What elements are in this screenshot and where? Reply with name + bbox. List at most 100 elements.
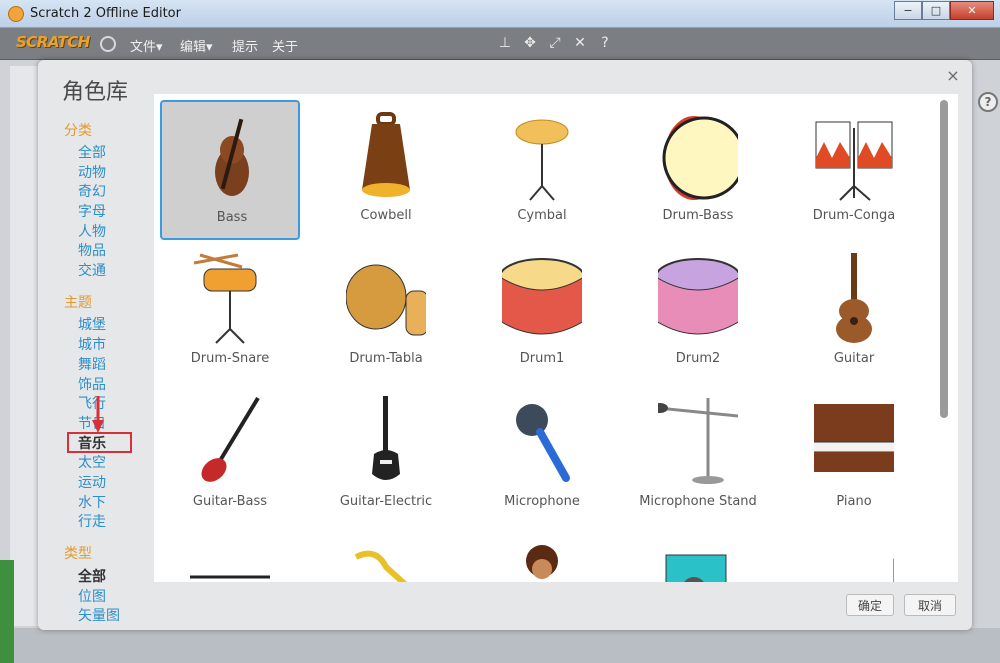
category-heading: 分类 (64, 123, 92, 139)
music-highlight-box (67, 432, 132, 453)
sprite-label: Drum-Snare (190, 351, 270, 366)
type-heading: 类型 (64, 546, 92, 562)
menu-tips[interactable]: 提示 (232, 36, 258, 55)
scratch-logo[interactable]: SCRATCH (16, 33, 90, 51)
stamp-icon[interactable]: ⊥ (497, 35, 513, 51)
category-letters[interactable]: 字母 (78, 201, 106, 221)
sprite-tile-guitar[interactable]: Guitar (784, 243, 924, 383)
cancel-button[interactable]: 取消 (904, 594, 956, 616)
sprite-label: Drum-Bass (662, 208, 734, 223)
sprite-tile-drum1[interactable]: Drum1 (472, 243, 612, 383)
dialog-title: 角色库 (62, 80, 129, 105)
sprite-tile-bass[interactable]: Bass (160, 100, 300, 240)
sprite-tile-piano[interactable]: Piano (784, 386, 924, 526)
sprite-label: Microphone Stand (639, 494, 757, 509)
cowbell-icon (362, 112, 410, 197)
help-icon[interactable]: ? (597, 35, 613, 51)
menu-about[interactable]: 关于 (272, 36, 298, 55)
window-titlebar: Scratch 2 Offline Editor − □ ✕ (0, 0, 1000, 28)
drum1-icon (502, 258, 582, 335)
theme-walking[interactable]: 行走 (78, 511, 106, 531)
piano-icon (814, 404, 894, 472)
sprite-tile-drum2[interactable]: Drum2 (628, 243, 768, 383)
sprite-label: Bass (216, 210, 248, 225)
theme-castle[interactable]: 城堡 (78, 314, 106, 334)
sprite-tile-drum-snare[interactable]: Drum-Snare (160, 243, 300, 383)
theme-space[interactable]: 太空 (78, 452, 106, 472)
dialog-close-button[interactable]: × (944, 66, 962, 85)
type-vector[interactable]: 矢量图 (78, 605, 120, 625)
drum-bass-icon (662, 116, 738, 200)
theme-sports[interactable]: 运动 (78, 472, 106, 492)
category-animals[interactable]: 动物 (78, 162, 106, 182)
scratch-menubar: SCRATCH 文件▾ 编辑▾ 提示 关于 ⊥ ✥ ⤢ ✕ ? (0, 28, 1000, 60)
microphone-icon (516, 404, 570, 482)
theme-underwater[interactable]: 水下 (78, 492, 106, 512)
category-people[interactable]: 人物 (78, 221, 106, 241)
singer-icon (526, 545, 558, 579)
bass-icon (215, 118, 249, 196)
cut-icon[interactable]: ✥ (522, 35, 538, 51)
sprite-tile-singer[interactable] (472, 529, 612, 582)
type-bitmap[interactable]: 位图 (78, 586, 106, 606)
type-all[interactable]: 全部 (78, 566, 106, 586)
stage-panel (10, 66, 40, 626)
theme-dance[interactable]: 舞蹈 (78, 354, 106, 374)
sprite-label: Microphone (504, 494, 580, 509)
sprite-label: Piano (836, 494, 872, 509)
saxophone-icon (354, 550, 408, 582)
sprite-tile-cowbell[interactable]: Cowbell (316, 100, 456, 240)
toolbar-icons: ⊥ ✥ ⤢ ✕ ? (497, 35, 613, 51)
sprite-tile-speaker[interactable] (628, 529, 768, 582)
sprite-tile-cymbal[interactable]: Cymbal (472, 100, 612, 240)
sprite-tile-guitar-bass[interactable]: Guitar-Bass (160, 386, 300, 526)
keyboard-icon (190, 575, 270, 582)
shrink-icon[interactable]: ✕ (572, 35, 588, 51)
maximize-button[interactable]: □ (922, 1, 950, 20)
sprite-tile-drum-tabla[interactable]: Drum-Tabla (316, 243, 456, 383)
sprite-label: Cowbell (360, 208, 412, 223)
guitar-icon (836, 253, 872, 343)
theme-city[interactable]: 城市 (78, 334, 106, 354)
menu-file[interactable]: 文件▾ (130, 36, 163, 55)
drum-snare-icon (193, 253, 257, 344)
sprite-grid[interactable]: Bass Cowbell Cymbal Drum-Bass Drum-Conga… (154, 94, 958, 582)
guitar-bass-icon (201, 396, 260, 482)
grow-icon[interactable]: ⤢ (547, 35, 563, 51)
help-side-icon[interactable]: ? (978, 92, 998, 112)
sprite-tile-saxophone[interactable] (316, 529, 456, 582)
theme-heading: 主题 (64, 295, 92, 311)
sprite-tile-guitar-electric[interactable]: Guitar-Electric (316, 386, 456, 526)
category-transport[interactable]: 交通 (78, 260, 106, 280)
drum2-icon (658, 258, 738, 335)
category-things[interactable]: 物品 (78, 240, 106, 260)
grid-scrollbar[interactable] (940, 100, 948, 418)
menu-edit[interactable]: 编辑▾ (180, 36, 213, 55)
microphone-stand-icon (658, 398, 738, 484)
sprite-tile-drum-bass[interactable]: Drum-Bass (628, 100, 768, 240)
sprite-label: Drum1 (519, 351, 565, 366)
speaker-icon (665, 554, 727, 582)
scratch-cat-icon (8, 6, 24, 22)
sprite-tile-speaker2[interactable] (784, 529, 924, 582)
category-all[interactable]: 全部 (78, 142, 106, 162)
ok-button[interactable]: 确定 (846, 594, 894, 616)
red-arrow-icon (92, 396, 104, 433)
sprite-label: Drum2 (675, 351, 721, 366)
sprite-label: Drum-Tabla (349, 351, 423, 366)
category-fantasy[interactable]: 奇幻 (78, 181, 106, 201)
guitar-electric-icon (372, 396, 400, 480)
window-controls: − □ ✕ (894, 1, 994, 20)
sprite-tile-microphone-stand[interactable]: Microphone Stand (628, 386, 768, 526)
close-window-button[interactable]: ✕ (950, 1, 994, 20)
cymbal-icon (515, 119, 569, 201)
speaker2-icon (893, 558, 894, 582)
editor-bottom-bar (0, 628, 1000, 663)
sprite-tile-keyboard[interactable] (160, 529, 300, 582)
sprite-tile-drum-conga[interactable]: Drum-Conga (784, 100, 924, 240)
drum-conga-icon (815, 121, 893, 201)
theme-dress-up[interactable]: 饰品 (78, 374, 106, 394)
sprite-tile-microphone[interactable]: Microphone (472, 386, 612, 526)
minimize-button[interactable]: − (894, 1, 922, 20)
language-globe-icon[interactable] (100, 36, 116, 52)
